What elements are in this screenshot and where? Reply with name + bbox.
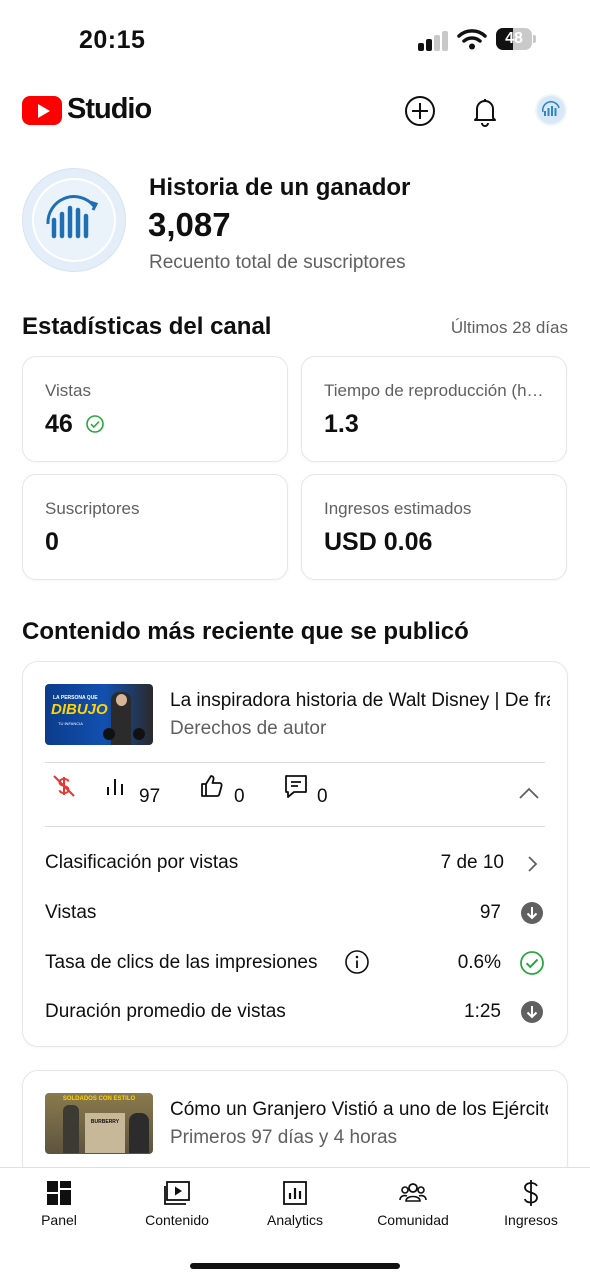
video-subtitle: Derechos de autor [170, 718, 327, 739]
stat-label: Vistas [45, 381, 91, 400]
home-indicator [190, 1263, 400, 1269]
video-title[interactable]: Cómo un Granjero Vistió a uno de los Ejé… [170, 1099, 548, 1121]
chevron-up-icon[interactable] [518, 786, 540, 800]
thumbnail-title: DIBUJO [51, 701, 108, 718]
stat-card-watch-time[interactable]: Tiempo de reproducción (horas) 1.3 [301, 356, 567, 462]
nav-earn[interactable]: Ingresos [472, 1168, 590, 1243]
thumbnail-brand: BURBERRY [90, 1119, 120, 1125]
likes-count: 0 [234, 786, 245, 807]
row-label: Duración promedio de vistas [45, 1001, 286, 1022]
not-monetized-icon [53, 775, 75, 797]
divider [45, 762, 545, 763]
nav-label: Panel [41, 1212, 77, 1228]
dollar-icon [523, 1180, 538, 1206]
nav-label: Analytics [266, 1212, 324, 1228]
stat-value: 46 [45, 410, 73, 438]
info-icon[interactable] [344, 949, 370, 975]
account-avatar[interactable] [535, 94, 567, 126]
row-value: 97 [479, 902, 501, 923]
video-thumbnail[interactable]: LA PERSONA QUE DIBUJO TU INFANCIA [45, 684, 153, 745]
studio-logo-text: Studio [67, 93, 152, 125]
stat-label: Suscriptores [45, 499, 140, 518]
channel-logo-icon [46, 195, 99, 239]
stat-value: USD 0.06 [324, 528, 433, 556]
arrow-down-circle-icon [521, 902, 543, 924]
nav-content[interactable]: Contenido [118, 1168, 236, 1243]
analytics-icon [107, 779, 123, 795]
stat-label: Tiempo de reproducción (horas) [324, 381, 549, 400]
subscriber-count-label: Recuento total de suscriptores [149, 252, 406, 273]
cellular-signal-icon [418, 31, 450, 51]
status-time: 20:15 [79, 26, 146, 54]
row-label: Tasa de clics de las impresiones [45, 952, 318, 973]
arrow-down-circle-icon [521, 1001, 543, 1023]
bottom-navigation: Panel Contenido Analytics Comunidad Ingr… [0, 1167, 590, 1280]
row-value: 1:25 [464, 1001, 501, 1022]
comments-count: 0 [317, 786, 328, 807]
nav-label: Ingresos [504, 1212, 558, 1228]
video-subtitle: Primeros 97 días y 4 horas [170, 1127, 398, 1148]
analytics-icon [283, 1181, 307, 1205]
nav-analytics[interactable]: Analytics [236, 1168, 354, 1243]
check-circle-icon [86, 415, 104, 433]
content-icon [164, 1181, 190, 1205]
stat-card-views[interactable]: Vistas 46 [22, 356, 288, 462]
thumbnail-caption: TU INFANCIA [58, 721, 83, 726]
recent-content-title: Contenido más reciente que se publicó [22, 618, 469, 645]
row-value: 7 de 10 [440, 852, 504, 873]
views-count: 97 [139, 786, 161, 807]
comment-icon [285, 775, 307, 798]
channel-stats-title: Estadísticas del canal [22, 313, 272, 340]
stat-value: 0 [45, 528, 59, 556]
chevron-right-icon [528, 856, 538, 872]
youtube-logo-icon [22, 96, 62, 125]
battery-icon: 48 [496, 28, 536, 50]
wifi-icon [457, 29, 487, 50]
nav-label: Contenido [145, 1212, 209, 1228]
app-header: Studio [0, 80, 590, 144]
divider [45, 826, 545, 827]
community-icon [399, 1183, 427, 1202]
stat-card-revenue[interactable]: Ingresos estimados USD 0.06 [301, 474, 567, 580]
dashboard-icon [47, 1181, 71, 1205]
row-label: Clasificación por vistas [45, 852, 239, 873]
battery-percent: 48 [505, 30, 523, 47]
second-video-card[interactable]: SOLDADOS CON ESTILO BURBERRY Cómo un Gra… [22, 1070, 568, 1180]
stat-value: 1.3 [324, 410, 359, 438]
notifications-icon[interactable] [467, 93, 503, 129]
channel-summary: Historia de un ganador 3,087 Recuento to… [0, 166, 590, 276]
nav-community[interactable]: Comunidad [354, 1168, 472, 1243]
nav-label: Comunidad [377, 1212, 449, 1228]
recent-video-card: LA PERSONA QUE DIBUJO TU INFANCIA La ins… [22, 661, 568, 1047]
channel-avatar[interactable] [22, 168, 126, 272]
thumbnail-caption: SOLDADOS CON ESTILO [62, 1096, 136, 1102]
subscriber-count: 3,087 [148, 206, 231, 243]
row-label: Vistas [45, 902, 97, 923]
stat-card-subscribers[interactable]: Suscriptores 0 [22, 474, 288, 580]
row-value: 0.6% [457, 952, 501, 973]
check-circle-icon [520, 951, 544, 975]
stat-label: Ingresos estimados [324, 499, 472, 518]
nav-dashboard[interactable]: Panel [0, 1168, 118, 1243]
stats-period[interactable]: Últimos 28 días [451, 318, 568, 338]
like-icon [201, 775, 223, 797]
video-title[interactable]: La inspiradora historia de Walt Disney |… [170, 690, 550, 712]
channel-logo-icon [541, 100, 560, 116]
status-bar: 20:15 48 [0, 0, 590, 80]
create-icon[interactable] [402, 93, 438, 129]
video-thumbnail[interactable]: SOLDADOS CON ESTILO BURBERRY [45, 1093, 153, 1154]
channel-name: Historia de un ganador [149, 174, 411, 201]
